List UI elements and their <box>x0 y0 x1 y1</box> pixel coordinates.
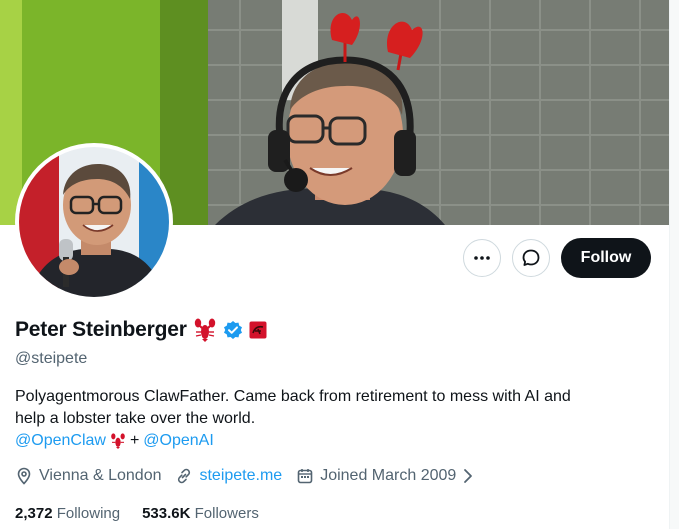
profile-meta: Vienna & London steipete.me Joined March… <box>15 467 474 485</box>
following-stat[interactable]: 2,372 Following <box>15 505 120 522</box>
more-button[interactable] <box>463 239 501 277</box>
followers-stat[interactable]: 533.6K Followers <box>142 505 259 522</box>
followers-label: Followers <box>194 505 259 522</box>
follow-button[interactable]: Follow <box>561 238 651 278</box>
chevron-right-icon <box>462 468 474 484</box>
message-bubble-icon <box>521 248 541 268</box>
link-icon <box>175 467 193 485</box>
website-link[interactable]: steipete.me <box>199 467 282 485</box>
profile-handle: @steipete <box>15 350 88 367</box>
scroll-gutter <box>669 0 679 529</box>
following-label: Following <box>56 505 121 522</box>
location-text: Vienna & London <box>39 467 162 484</box>
following-count: 2,372 <box>15 505 53 522</box>
joined-text: Joined March 2009 <box>320 467 457 484</box>
profile-name: Peter Steinberger <box>15 318 187 341</box>
affiliate-badge-icon[interactable] <box>249 321 267 339</box>
location-item: Vienna & London <box>15 467 161 485</box>
mention-openclaw-link[interactable]: @OpenClaw <box>15 430 106 452</box>
profile-stats: 2,372 Following 533.6K Followers <box>15 505 259 522</box>
name-lobster-emoji <box>193 317 217 343</box>
location-pin-icon <box>15 467 33 485</box>
website-item: steipete.me <box>175 467 282 485</box>
calendar-icon <box>296 467 314 485</box>
profile-name-row: Peter Steinberger <box>15 317 267 343</box>
mention-lobster-emoji <box>110 432 126 450</box>
bio-line-1: Polyagentmorous ClawFather. Came back fr… <box>15 388 571 405</box>
profile-actions: Follow <box>463 238 651 278</box>
profile-bio: Polyagentmorous ClawFather. Came back fr… <box>15 386 655 452</box>
joined-item[interactable]: Joined March 2009 <box>296 467 474 485</box>
mention-openai-link[interactable]: @OpenAI <box>143 430 214 452</box>
message-button[interactable] <box>512 239 550 277</box>
avatar-image <box>19 147 169 297</box>
bio-line-2: help a lobster take over the world. <box>15 410 256 427</box>
followers-count: 533.6K <box>142 505 191 522</box>
verified-badge-icon[interactable] <box>223 320 243 340</box>
profile-avatar[interactable] <box>15 143 173 301</box>
mention-joiner: + <box>129 432 140 449</box>
bio-mentions: @OpenClaw + @OpenAI <box>15 430 655 452</box>
more-horizontal-icon <box>473 249 491 267</box>
